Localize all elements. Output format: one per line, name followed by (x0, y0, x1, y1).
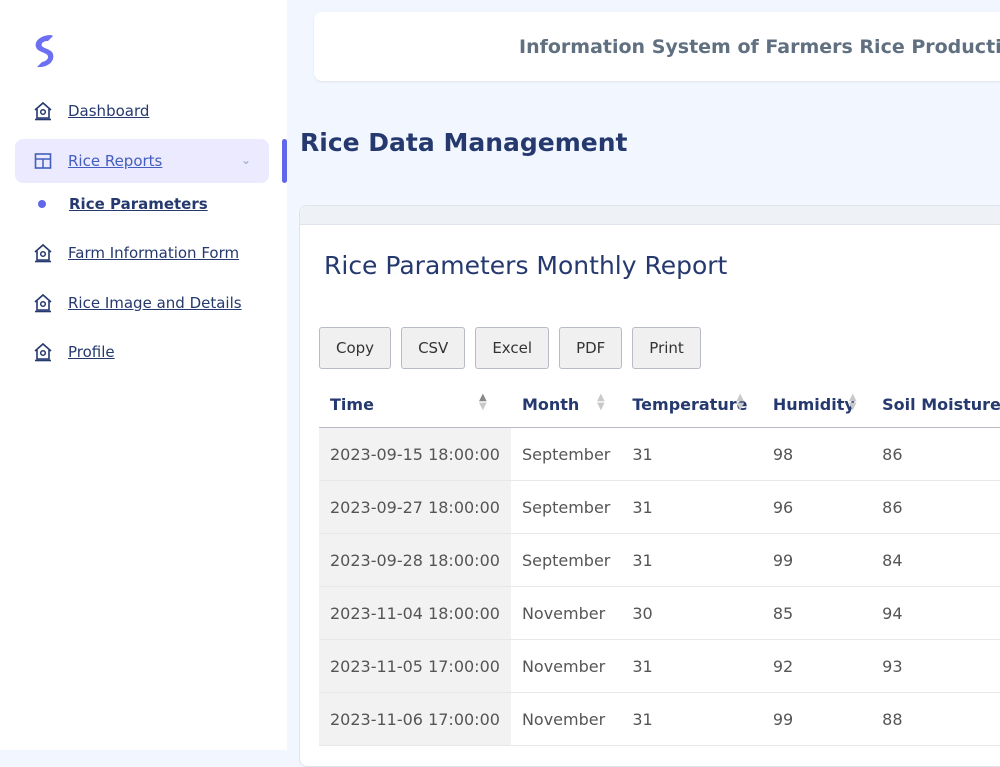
cell-month: November (510, 692, 622, 746)
sort-icon: ▲ ▼ (596, 392, 605, 412)
cell-humidity: 96 (761, 480, 872, 534)
cell-month: September (510, 533, 622, 587)
cell-month: September (510, 427, 622, 481)
bullet-icon (38, 200, 46, 208)
column-header-temperature[interactable]: Temperature ▲ ▼ (621, 381, 762, 428)
cell-temperature: 31 (621, 692, 762, 746)
table-row: 2023-11-06 17:00:00 November 31 99 88 (319, 692, 1000, 746)
cell-soil-moisture: 86 (871, 480, 1000, 534)
print-button[interactable]: Print (632, 327, 701, 369)
cell-temperature: 30 (621, 586, 762, 640)
cell-humidity: 98 (761, 427, 872, 481)
pdf-button[interactable]: PDF (559, 327, 623, 369)
sort-asc-icon: ▲ ▼ (479, 392, 487, 412)
column-header-humidity[interactable]: Humidity ▲ ▼ (761, 381, 872, 428)
sidebar-item-label: Farm Information Form (68, 244, 240, 262)
cell-humidity: 92 (761, 639, 872, 693)
card-header-strip (300, 206, 1000, 225)
home-icon (33, 342, 53, 362)
cell-time: 2023-09-27 18:00:00 (319, 480, 511, 534)
home-icon (33, 101, 53, 121)
sort-icon: ▲ ▼ (848, 392, 857, 412)
sidebar-scroll-indicator[interactable] (282, 139, 287, 183)
column-header-time[interactable]: Time ▲ ▼ (319, 381, 511, 428)
table-header-row: Time ▲ ▼ Month ▲ ▼ Temperature ▲ ▼ Humidity… (319, 381, 1000, 428)
logo[interactable] (31, 33, 57, 69)
cell-soil-moisture: 86 (871, 427, 1000, 481)
cell-soil-moisture: 93 (871, 639, 1000, 693)
sort-icon: ▲ ▼ (736, 392, 745, 412)
cell-time: 2023-11-06 17:00:00 (319, 692, 511, 746)
table-row: 2023-09-15 18:00:00 September 31 98 86 (319, 427, 1000, 481)
sidebar: Dashboard Rice Reports ⌄ Rice Parameters… (0, 0, 287, 750)
column-header-soil-moisture[interactable]: Soil Moisture (871, 381, 1000, 428)
report-card: Rice Parameters Monthly Report Copy CSV … (299, 205, 1000, 767)
data-table: Time ▲ ▼ Month ▲ ▼ Temperature ▲ ▼ Humidity… (319, 381, 1000, 746)
table-row: 2023-09-27 18:00:00 September 31 96 86 (319, 480, 1000, 534)
header-title: Information System of Farmers Rice Produ… (519, 35, 1000, 58)
cell-humidity: 99 (761, 692, 872, 746)
page-title: Rice Data Management (300, 128, 628, 157)
cell-temperature: 31 (621, 639, 762, 693)
home-icon (33, 243, 53, 263)
cell-soil-moisture: 94 (871, 586, 1000, 640)
cell-month: September (510, 480, 622, 534)
cell-time: 2023-09-28 18:00:00 (319, 533, 511, 587)
cell-month: November (510, 586, 622, 640)
sidebar-item-dashboard[interactable]: Dashboard (15, 89, 269, 133)
top-header: Information System of Farmers Rice Produ… (314, 12, 1000, 81)
excel-button[interactable]: Excel (475, 327, 550, 369)
sidebar-item-label: Profile (68, 343, 115, 361)
cell-humidity: 99 (761, 533, 872, 587)
card-title: Rice Parameters Monthly Report (324, 251, 728, 280)
cell-temperature: 31 (621, 427, 762, 481)
table-row: 2023-11-05 17:00:00 November 31 92 93 (319, 639, 1000, 693)
sidebar-item-profile[interactable]: Profile (15, 330, 269, 374)
cell-temperature: 31 (621, 480, 762, 534)
sidebar-item-label: Dashboard (68, 102, 150, 120)
sidebar-item-rice-image-and-details[interactable]: Rice Image and Details (15, 281, 269, 325)
cell-time: 2023-09-15 18:00:00 (319, 427, 511, 481)
cell-time: 2023-11-04 18:00:00 (319, 586, 511, 640)
sidebar-item-farm-information-form[interactable]: Farm Information Form (15, 231, 269, 275)
layout-icon (33, 151, 53, 171)
table-row: 2023-09-28 18:00:00 September 31 99 84 (319, 533, 1000, 587)
table-row: 2023-11-04 18:00:00 November 30 85 94 (319, 586, 1000, 640)
copy-button[interactable]: Copy (319, 327, 392, 369)
sidebar-subitem-rice-parameters[interactable]: Rice Parameters (15, 182, 269, 226)
cell-month: November (510, 639, 622, 693)
column-header-month[interactable]: Month ▲ ▼ (510, 381, 622, 428)
home-icon (33, 293, 53, 313)
chevron-down-icon[interactable]: ⌄ (241, 153, 251, 167)
cell-soil-moisture: 84 (871, 533, 1000, 587)
sidebar-item-label: Rice Reports (68, 151, 163, 170)
sidebar-item-label: Rice Image and Details (68, 293, 242, 312)
sidebar-item-label: Rice Parameters (69, 195, 208, 213)
sidebar-menu: Dashboard Rice Reports ⌄ Rice Parameters… (15, 89, 269, 380)
cell-soil-moisture: 88 (871, 692, 1000, 746)
cell-humidity: 85 (761, 586, 872, 640)
csv-button[interactable]: CSV (401, 327, 466, 369)
sidebar-item-rice-reports[interactable]: Rice Reports ⌄ (15, 138, 269, 183)
export-buttons: Copy CSV Excel PDF Print (319, 327, 711, 369)
cell-temperature: 31 (621, 533, 762, 587)
cell-time: 2023-11-05 17:00:00 (319, 639, 511, 693)
